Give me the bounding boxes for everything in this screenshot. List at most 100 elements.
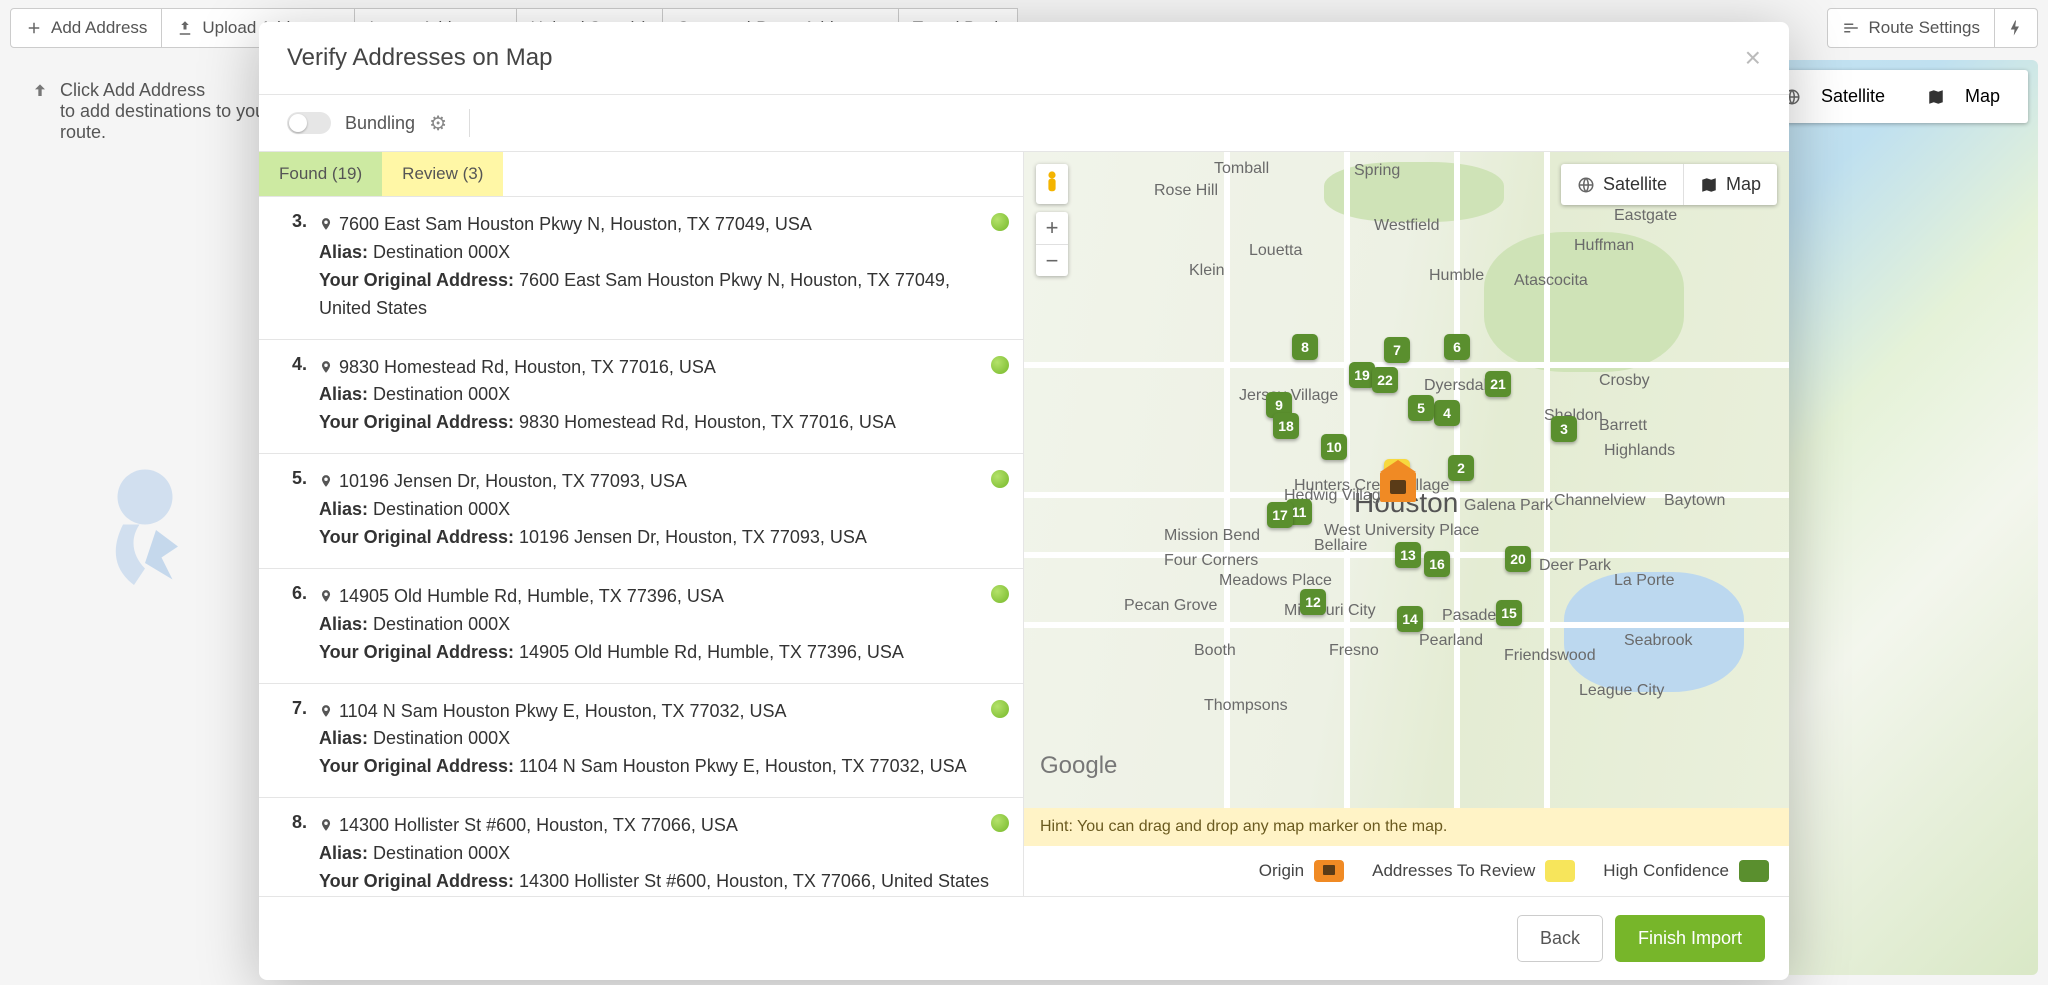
bundling-toggle[interactable] (287, 112, 331, 134)
city-label: Eastgate (1614, 207, 1677, 225)
satellite-tab[interactable]: Satellite (1561, 164, 1683, 205)
confidence-dot-icon (991, 700, 1009, 718)
table-row[interactable]: 7. 1104 N Sam Houston Pkwy E, Houston, TX… (259, 684, 1023, 799)
alias-value: Destination 000X (373, 384, 510, 404)
geocoded-address: 9830 Homestead Rd, Houston, TX 77016, US… (339, 354, 716, 382)
original-address-value: 9830 Homestead Rd, Houston, TX 77016, US… (519, 412, 896, 432)
map-type-control: Satellite Map (1561, 164, 1777, 205)
map-label: Map (1726, 174, 1761, 195)
zoom-out-button[interactable]: − (1036, 244, 1068, 276)
map-marker-6[interactable]: 6 (1444, 334, 1470, 360)
geocoded-address: 14300 Hollister St #600, Houston, TX 770… (339, 812, 738, 840)
legend-high-swatch (1739, 860, 1769, 882)
city-label: Friendswood (1504, 647, 1596, 665)
alias-value: Destination 000X (373, 242, 510, 262)
map-marker-3[interactable]: 3 (1551, 416, 1577, 442)
map-controls (1036, 164, 1068, 204)
original-address-value: 14905 Old Humble Rd, Humble, TX 77396, U… (519, 642, 904, 662)
table-row[interactable]: 8. 14300 Hollister St #600, Houston, TX 7… (259, 798, 1023, 896)
city-label: Louetta (1249, 242, 1302, 260)
original-address-label: Your Original Address: (319, 527, 514, 547)
city-label: Huffman (1574, 237, 1634, 255)
original-address-value: 14300 Hollister St #600, Houston, TX 770… (519, 871, 989, 891)
modal-map[interactable]: TomballSpringRose HillWestfieldLouettaKl… (1024, 152, 1789, 808)
legend-review-swatch (1545, 860, 1575, 882)
legend-origin-label: Origin (1259, 861, 1304, 881)
map-marker-15[interactable]: 15 (1496, 600, 1522, 626)
row-number: 5. (281, 468, 307, 552)
map-marker-2[interactable]: 2 (1448, 455, 1474, 481)
map-marker-16[interactable]: 16 (1424, 551, 1450, 577)
city-label: Mission Bend (1164, 527, 1260, 545)
map-icon (1700, 176, 1718, 194)
confidence-dot-icon (991, 356, 1009, 374)
city-label: Rose Hill (1154, 182, 1218, 200)
map-marker-8[interactable]: 8 (1292, 334, 1318, 360)
city-label: League City (1579, 682, 1664, 700)
map-hint: Hint: You can drag and drop any map mark… (1024, 808, 1789, 846)
map-marker-18[interactable]: 18 (1273, 413, 1299, 439)
gear-icon[interactable]: ⚙ (429, 111, 447, 136)
city-label: Missouri City (1284, 602, 1376, 620)
confidence-dot-icon (991, 814, 1009, 832)
options-separator (469, 109, 470, 137)
map-tab[interactable]: Map (1683, 164, 1777, 205)
legend-origin: Origin (1259, 860, 1344, 882)
tab-found[interactable]: Found (19) (259, 152, 382, 196)
road (1544, 152, 1550, 808)
city-label: La Porte (1614, 572, 1674, 590)
pin-icon (319, 472, 333, 490)
address-panel: Found (19) Review (3) 3.7600 East Sam Ho… (259, 152, 1024, 896)
tab-review[interactable]: Review (3) (382, 152, 503, 196)
map-marker-17[interactable]: 17 (1267, 502, 1293, 528)
legend-high-label: High Confidence (1603, 861, 1729, 881)
google-attribution: Google (1040, 752, 1117, 780)
map-marker-12[interactable]: 12 (1300, 589, 1326, 615)
table-row[interactable]: 3.7600 East Sam Houston Pkwy N, Houston,… (259, 197, 1023, 340)
geocoded-address: 7600 East Sam Houston Pkwy N, Houston, T… (339, 211, 812, 239)
legend-high: High Confidence (1603, 860, 1769, 882)
table-row[interactable]: 4. 9830 Homestead Rd, Houston, TX 77016, … (259, 340, 1023, 455)
legend-review-label: Addresses To Review (1372, 861, 1535, 881)
map-marker-4[interactable]: 4 (1434, 400, 1460, 426)
city-label: Deer Park (1539, 557, 1611, 575)
original-address-label: Your Original Address: (319, 871, 514, 891)
origin-marker[interactable] (1380, 472, 1416, 502)
confidence-dot-icon (991, 470, 1009, 488)
map-marker-13[interactable]: 13 (1395, 542, 1421, 568)
geocoded-address: 10196 Jensen Dr, Houston, TX 77093, USA (339, 468, 687, 496)
map-marker-14[interactable]: 14 (1397, 606, 1423, 632)
map-marker-5[interactable]: 5 (1408, 395, 1434, 421)
map-marker-10[interactable]: 10 (1321, 434, 1347, 460)
city-label: Spring (1354, 162, 1400, 180)
pegman-icon[interactable] (1036, 164, 1068, 204)
city-label: Highlands (1604, 442, 1675, 460)
alias-value: Destination 000X (373, 614, 510, 634)
map-marker-20[interactable]: 20 (1505, 546, 1531, 572)
globe-icon (1577, 176, 1595, 194)
row-number: 4. (281, 354, 307, 438)
close-icon[interactable]: × (1745, 44, 1761, 72)
city-label: Atascocita (1514, 272, 1588, 290)
table-row[interactable]: 5. 10196 Jensen Dr, Houston, TX 77093, US… (259, 454, 1023, 569)
back-button[interactable]: Back (1517, 915, 1603, 962)
satellite-label: Satellite (1603, 174, 1667, 195)
city-label: Humble (1429, 267, 1484, 285)
map-marker-7[interactable]: 7 (1384, 337, 1410, 363)
city-label: Booth (1194, 642, 1236, 660)
row-number: 7. (281, 698, 307, 782)
address-list[interactable]: 3.7600 East Sam Houston Pkwy N, Houston,… (259, 196, 1023, 896)
zoom-in-button[interactable]: + (1036, 212, 1068, 244)
table-row[interactable]: 6.14905 Old Humble Rd, Humble, TX 77396,… (259, 569, 1023, 684)
original-address-value: 1104 N Sam Houston Pkwy E, Houston, TX 7… (519, 756, 967, 776)
pin-icon (319, 587, 333, 605)
map-marker-21[interactable]: 21 (1485, 371, 1511, 397)
row-number: 8. (281, 812, 307, 896)
modal-header: Verify Addresses on Map × (259, 22, 1789, 95)
city-label: Thompsons (1204, 697, 1288, 715)
finish-import-button[interactable]: Finish Import (1615, 915, 1765, 962)
map-marker-22[interactable]: 22 (1372, 367, 1398, 393)
city-label: Bellaire (1314, 537, 1367, 555)
alias-label: Alias: (319, 499, 368, 519)
legend-review: Addresses To Review (1372, 860, 1575, 882)
